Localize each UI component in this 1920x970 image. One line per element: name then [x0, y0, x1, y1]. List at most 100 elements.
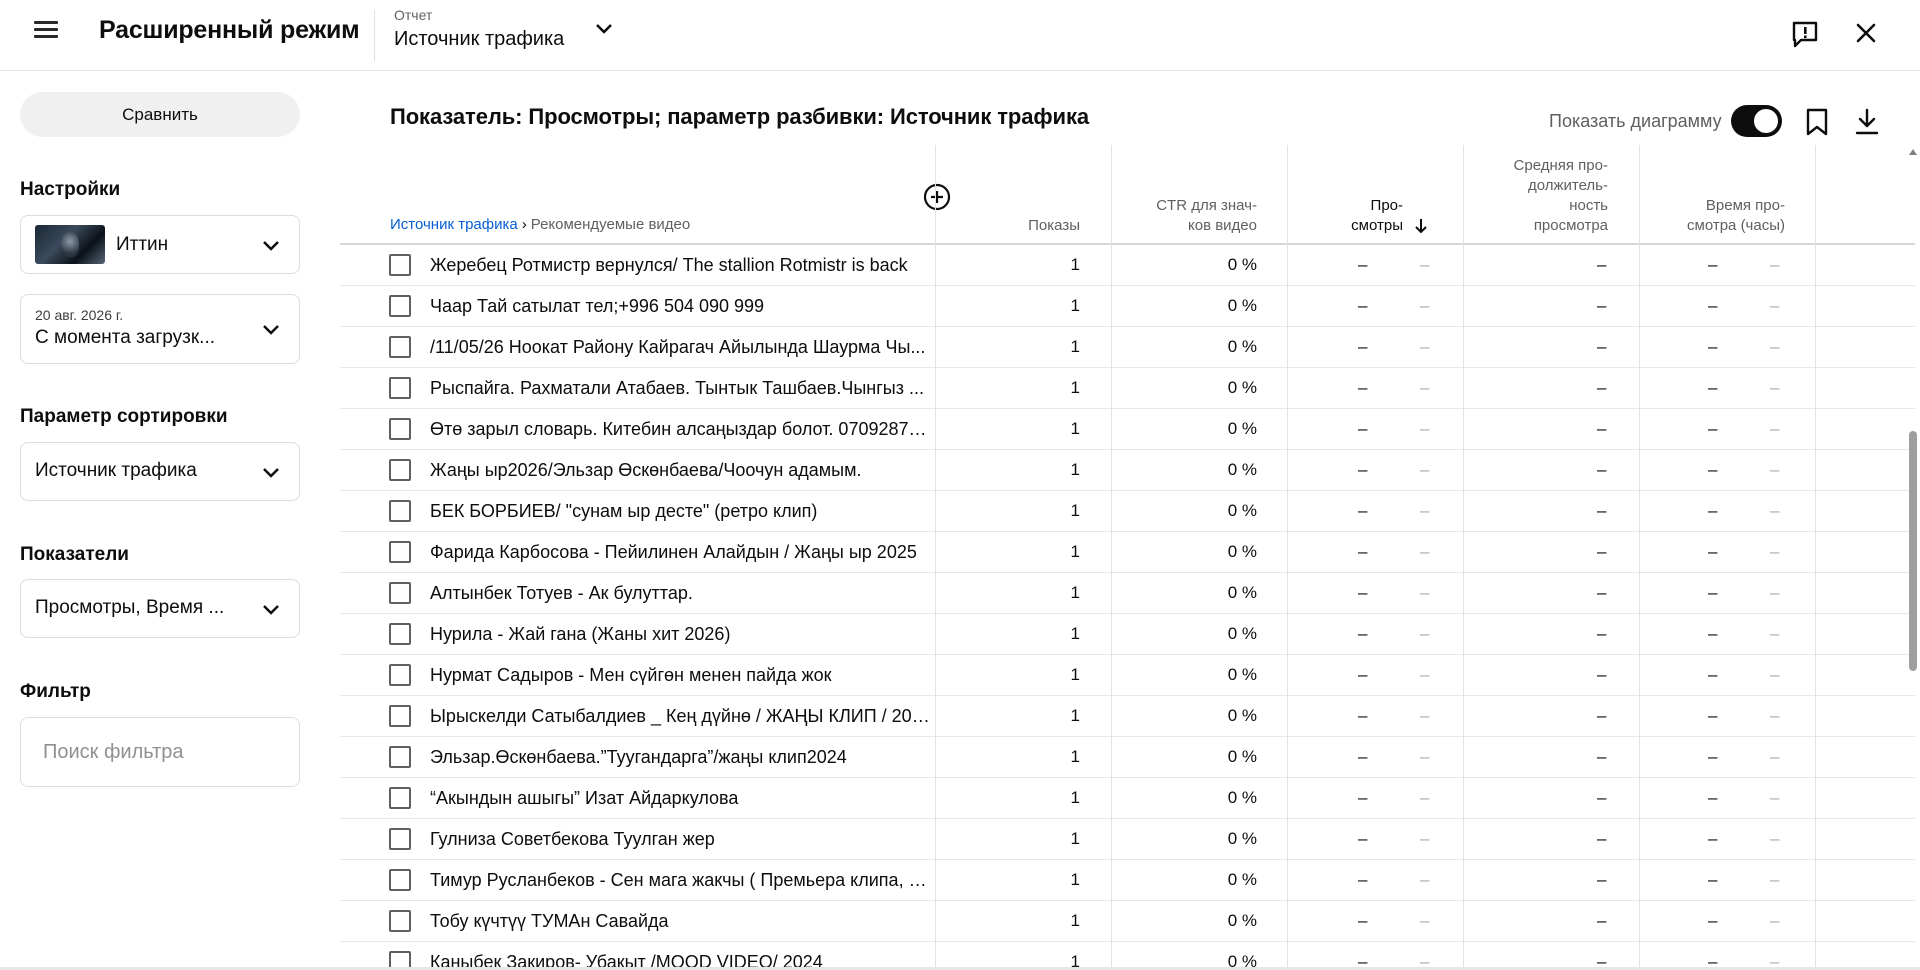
row-impressions: 1	[1070, 378, 1080, 397]
row-impressions: 1	[1070, 296, 1080, 315]
row-checkbox[interactable]	[389, 295, 411, 317]
plus-circle-icon[interactable]	[922, 182, 952, 212]
row-views-delta: –	[1420, 378, 1430, 397]
arrow-down-icon[interactable]	[1413, 217, 1429, 235]
table-row[interactable]: Нурмат Садыров - Мен сүйгөн менен пайда …	[340, 655, 1915, 696]
row-checkbox[interactable]	[389, 705, 411, 727]
row-checkbox[interactable]	[389, 787, 411, 809]
table-row[interactable]: Өтө зарыл словарь. Китебин алсаңыздар бо…	[340, 409, 1915, 450]
row-avg-duration: –	[1597, 870, 1607, 889]
column-ctr[interactable]: CTR для знач- ков видео	[1140, 196, 1257, 236]
row-views: –	[1358, 542, 1368, 561]
report-selector[interactable]: Отчет Источник трафика	[394, 6, 624, 58]
table-row[interactable]: Алтынбек Тотуев - Ак булуттар. 1 0 % – – – – –	[340, 573, 1915, 614]
row-impressions: 1	[1070, 829, 1080, 848]
row-watch-time: –	[1708, 378, 1718, 397]
table-row[interactable]: Эльзар.Өскөнбаева.”Туугандарга”/жаңы кли…	[340, 737, 1915, 778]
row-impressions: 1	[1070, 788, 1080, 807]
column-views[interactable]: Про- смотры	[1340, 196, 1403, 236]
column-avg-duration[interactable]: Средняя про- должитель- ность просмотра	[1490, 156, 1608, 236]
row-ctr: 0 %	[1227, 665, 1257, 684]
bookmark-icon[interactable]	[1804, 107, 1830, 137]
row-views: –	[1358, 870, 1368, 889]
column-divider	[1463, 145, 1464, 970]
compare-button[interactable]: Сравнить	[20, 92, 300, 137]
row-checkbox[interactable]	[389, 582, 411, 604]
row-checkbox[interactable]	[389, 500, 411, 522]
column-impressions[interactable]: Показы	[970, 216, 1080, 236]
row-impressions: 1	[1070, 911, 1080, 930]
row-checkbox[interactable]	[389, 541, 411, 563]
column-divider	[1111, 145, 1112, 970]
table-row[interactable]: Нурила - Жай гана (Жаны хит 2026) 1 0 % – – –…	[340, 614, 1915, 655]
table-row[interactable]: Рыспайга. Рахматали Атабаев. Тынтык Ташб…	[340, 368, 1915, 409]
chevron-down-icon	[263, 240, 279, 251]
sort-parameter-selector[interactable]: Источник трафика	[20, 442, 300, 501]
header-divider	[374, 10, 375, 61]
row-checkbox[interactable]	[389, 254, 411, 276]
channel-selector[interactable]: Иттин	[20, 215, 300, 274]
chevron-down-icon	[263, 467, 279, 478]
row-avg-duration: –	[1597, 501, 1607, 520]
row-watch-time-delta: –	[1770, 378, 1780, 397]
metrics-selector[interactable]: Просмотры, Время ...	[20, 579, 300, 638]
scrollbar-thumb[interactable]	[1909, 431, 1917, 671]
row-views: –	[1358, 911, 1368, 930]
breadcrumb-link[interactable]: Источник трафика	[390, 216, 518, 233]
row-ctr: 0 %	[1227, 419, 1257, 438]
row-checkbox[interactable]	[389, 418, 411, 440]
row-ctr: 0 %	[1227, 788, 1257, 807]
table-row[interactable]: Фарида Карбосова - Пейилинен Алайдын / Ж…	[340, 532, 1915, 573]
feedback-icon[interactable]	[1790, 19, 1820, 49]
row-watch-time: –	[1708, 870, 1718, 889]
table-row[interactable]: БЕК БОРБИЕВ/ "сунам ыр десте" (ретро кли…	[340, 491, 1915, 532]
row-checkbox[interactable]	[389, 869, 411, 891]
table-row[interactable]: “Акындын ашыгы” Изат Айдаркулова 1 0 % – – – –…	[340, 778, 1915, 819]
table-row[interactable]: Гулниза Советбекова Туулган жер 1 0 % – – – – –	[340, 819, 1915, 860]
table-row[interactable]: Жаңы ыр2026/Эльзар Өскөнбаева/Чоочун ада…	[340, 450, 1915, 491]
row-checkbox[interactable]	[389, 623, 411, 645]
row-views-delta: –	[1420, 542, 1430, 561]
table-row[interactable]: Чаар Тай сатылат тел;+996 504 090 999 1 0 …	[340, 286, 1915, 327]
download-icon[interactable]	[1853, 107, 1881, 137]
table-row[interactable]: /11/05/26 Ноокат Району Кайрагач Айылынд…	[340, 327, 1915, 368]
row-checkbox[interactable]	[389, 377, 411, 399]
row-checkbox[interactable]	[389, 336, 411, 358]
row-checkbox[interactable]	[389, 459, 411, 481]
row-checkbox[interactable]	[389, 910, 411, 932]
row-checkbox[interactable]	[389, 828, 411, 850]
row-avg-duration: –	[1597, 542, 1607, 561]
row-views-delta: –	[1420, 747, 1430, 766]
date-range-selector[interactable]: 20 авг. 2026 г. С момента загрузк...	[20, 294, 300, 364]
row-checkbox[interactable]	[389, 664, 411, 686]
row-watch-time-delta: –	[1770, 583, 1780, 602]
filter-search-input[interactable]	[20, 717, 300, 787]
row-views: –	[1358, 501, 1368, 520]
column-watch-line: Время про-	[1705, 197, 1785, 214]
table-row[interactable]: Ырыскелди Сатыбалдиев _ Кең дүйнө / ЖАҢЫ…	[340, 696, 1915, 737]
sidebar: Сравнить Настройки Иттин 20 авг. 2026 г.…	[0, 72, 320, 970]
table-row[interactable]: Тимур Русланбеков - Сен мага жакчы ( Пре…	[340, 860, 1915, 901]
row-title: Гулниза Советбекова Туулган жер	[430, 829, 715, 849]
row-ctr: 0 %	[1227, 870, 1257, 889]
chart-toggle-switch[interactable]	[1731, 105, 1782, 137]
row-watch-time: –	[1708, 460, 1718, 479]
row-ctr: 0 %	[1227, 624, 1257, 643]
column-watch-time[interactable]: Время про- смотра (часы)	[1660, 196, 1785, 236]
row-impressions: 1	[1070, 624, 1080, 643]
table-row[interactable]: Жеребец Ротмистр вернулся/ The stallion …	[340, 245, 1915, 286]
close-icon[interactable]	[1851, 18, 1881, 48]
row-avg-duration: –	[1597, 296, 1607, 315]
scroll-up-arrow-icon[interactable]	[1909, 149, 1917, 155]
table-row[interactable]: Каныбек Закиров- Убакыт /MOOD VIDEO/ 202…	[340, 942, 1915, 970]
hamburger-menu-icon[interactable]	[34, 19, 60, 41]
row-title: Нурила - Жай гана (Жаны хит 2026)	[430, 624, 731, 644]
row-checkbox[interactable]	[389, 746, 411, 768]
table-row[interactable]: Тобу күчтүү ТУМАн Савайда 1 0 % – – – – –	[340, 901, 1915, 942]
column-avg-line: должитель-	[1527, 177, 1608, 194]
row-views-delta: –	[1420, 255, 1430, 274]
row-avg-duration: –	[1597, 706, 1607, 725]
row-avg-duration: –	[1597, 665, 1607, 684]
metrics-label: Показатели	[20, 544, 129, 565]
row-watch-time: –	[1708, 501, 1718, 520]
